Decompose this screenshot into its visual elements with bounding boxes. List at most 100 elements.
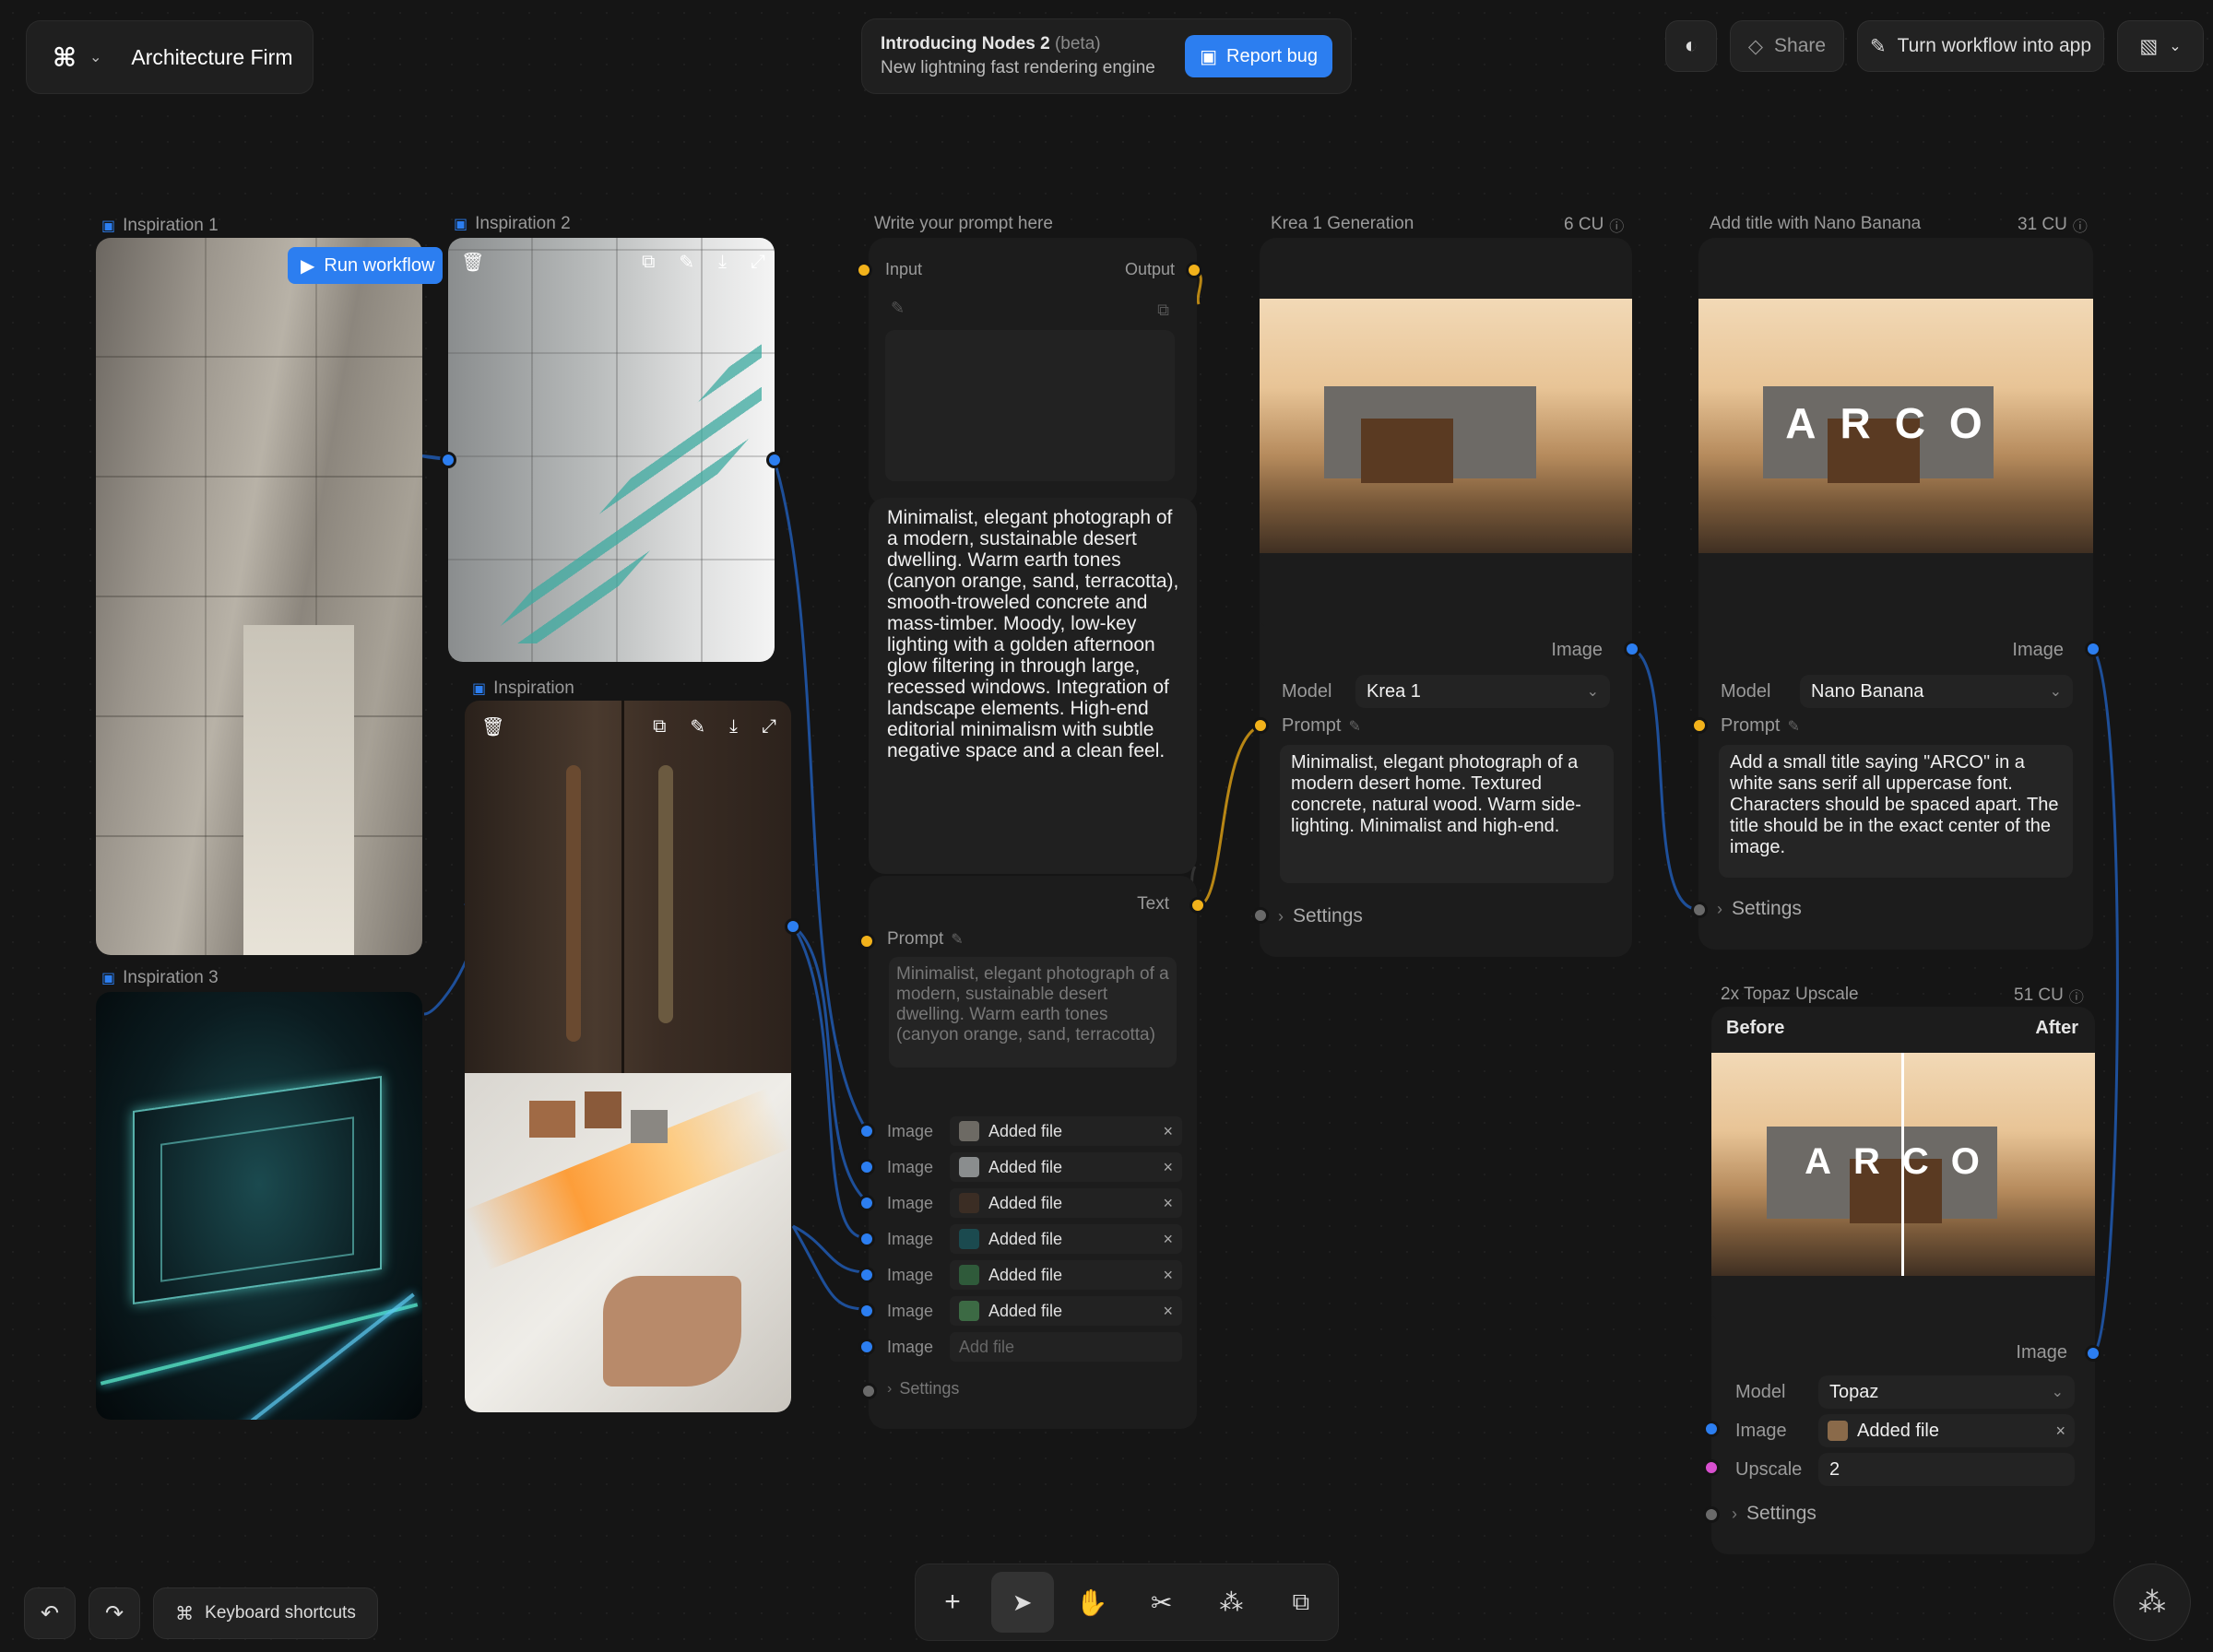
nano-prompt-input-port[interactable] (1691, 717, 1708, 734)
model-select[interactable]: Nano Banana ⌄ (1800, 675, 2073, 708)
copy-icon[interactable]: ⧉ (653, 716, 666, 738)
nano-output-image[interactable]: ARCO (1698, 299, 2093, 553)
expand-icon[interactable]: ⤢ (751, 252, 765, 273)
image-port-5[interactable] (858, 1267, 875, 1283)
download-icon[interactable]: ⤓ (718, 252, 727, 273)
nano-settings-port[interactable] (1691, 902, 1708, 918)
image-input-row-4[interactable]: Image Added file × (869, 1223, 1182, 1255)
inspiration-handles-image[interactable] (465, 701, 791, 1073)
image-port-3[interactable] (858, 1195, 875, 1211)
chevron-right-icon: › (1717, 899, 1722, 918)
group-tool[interactable]: ⁂ (1200, 1572, 1262, 1633)
close-icon[interactable]: × (1163, 1302, 1173, 1321)
settings-port[interactable] (860, 1383, 877, 1399)
image-port-4[interactable] (858, 1231, 875, 1247)
image-port-1[interactable] (858, 1123, 875, 1139)
close-icon[interactable]: × (2055, 1422, 2065, 1441)
pencil-icon[interactable]: ✎ (1348, 717, 1360, 736)
info-icon[interactable]: ⓘ (1609, 214, 1624, 236)
nano-cost-value: 31 CU (2018, 215, 2067, 234)
add-node-tool[interactable]: + (921, 1572, 984, 1633)
image-port-2[interactable] (858, 1159, 875, 1175)
close-icon[interactable]: × (1163, 1266, 1173, 1285)
image-input-label: Image (887, 1265, 934, 1284)
inspiration-2-output-port[interactable] (440, 452, 456, 468)
prompt-node-title: Write your prompt here (874, 214, 1053, 233)
nano-image-output-port[interactable] (2085, 641, 2101, 657)
inspiration-1-image[interactable] (96, 238, 422, 955)
trash-icon[interactable]: 🗑 (461, 251, 484, 274)
image-file-field[interactable]: Added file × (1818, 1414, 2075, 1447)
prompt-input-port[interactable] (858, 933, 875, 950)
cut-tool[interactable]: ✂ (1130, 1572, 1193, 1633)
image-input-row-3[interactable]: Image Added file × (869, 1187, 1182, 1219)
copy-icon[interactable]: ⧉ (1157, 301, 1169, 320)
pencil-icon[interactable]: ✎ (690, 715, 705, 738)
image-port-6[interactable] (858, 1303, 875, 1319)
turn-into-app-button[interactable]: ✎ Turn workflow into app (1857, 20, 2104, 72)
topaz-compare-image[interactable]: ARCO (1711, 1053, 2095, 1276)
inspiration-blueprint-image[interactable] (465, 1073, 791, 1412)
image-input-row-1[interactable]: Image Added file × (869, 1115, 1182, 1147)
krea-settings-port[interactable] (1252, 907, 1269, 924)
topaz-upscale-input-port[interactable] (1703, 1459, 1720, 1476)
undo-button[interactable]: ↶ (24, 1587, 76, 1639)
keyboard-shortcuts-button[interactable]: ⌘ Keyboard shortcuts (153, 1587, 378, 1639)
inspiration-2-image[interactable] (448, 238, 775, 662)
inspiration-3-image[interactable] (96, 992, 422, 1420)
expand-icon[interactable]: ⤢ (762, 716, 776, 738)
prompt-preview-field[interactable]: Minimalist, elegant photograph of a mode… (889, 957, 1177, 1068)
project-switcher[interactable]: ⌘ ⌄ Architecture Firm (26, 20, 314, 94)
image-port-7[interactable] (858, 1339, 875, 1355)
redo-button[interactable]: ↷ (89, 1587, 140, 1639)
report-bug-label: Report bug (1226, 45, 1318, 66)
select-tool[interactable]: ➤ (990, 1572, 1054, 1633)
krea-settings-toggle[interactable]: › Settings (1278, 905, 1363, 927)
topaz-settings-toggle[interactable]: › Settings (1732, 1503, 1817, 1525)
close-icon[interactable]: × (1163, 1194, 1173, 1213)
pencil-icon[interactable]: ✎ (891, 299, 905, 318)
report-bug-button[interactable]: ▣ Report bug (1185, 35, 1332, 77)
pencil-icon[interactable]: ✎ (679, 251, 694, 274)
image-input-row-5[interactable]: Image Added file × (869, 1259, 1182, 1291)
topaz-node: ARCO Before After Image Model Topaz ⌄ Im… (1711, 1007, 2095, 1554)
info-icon[interactable]: ⓘ (2069, 985, 2084, 1007)
image-input-row-2[interactable]: Image Added file × (869, 1151, 1182, 1183)
connect-tool[interactable]: ⧉ (1270, 1572, 1332, 1633)
inspiration-2-output-port-right[interactable] (766, 452, 783, 468)
input-port[interactable] (856, 262, 872, 278)
view-menu-button[interactable]: ▧ ⌄ (2117, 20, 2204, 72)
nano-settings-toggle[interactable]: › Settings (1717, 898, 1802, 920)
model-select[interactable]: Topaz ⌄ (1818, 1375, 2075, 1409)
run-workflow-button[interactable]: ▶ Run workflow (288, 247, 443, 284)
settings-toggle[interactable]: › Settings (887, 1379, 959, 1398)
krea-output-image[interactable] (1260, 299, 1632, 553)
topaz-image-input-port[interactable] (1703, 1421, 1720, 1437)
assistant-button[interactable]: ⁂ (2113, 1564, 2191, 1641)
close-icon[interactable]: × (1163, 1158, 1173, 1177)
nano-prompt-field[interactable]: Add a small title saying "ARCO" in a whi… (1719, 745, 2073, 878)
info-icon[interactable]: ⓘ (2073, 214, 2088, 236)
share-button[interactable]: ◇ Share (1730, 20, 1844, 72)
close-icon[interactable]: × (1163, 1230, 1173, 1249)
pencil-icon[interactable]: ✎ (1787, 717, 1799, 736)
topaz-settings-port[interactable] (1703, 1506, 1720, 1523)
image-input-row-empty[interactable]: Image Add file (869, 1331, 1182, 1363)
upscale-input[interactable]: 2 (1818, 1453, 2075, 1486)
text-output-port[interactable] (1189, 897, 1206, 914)
krea-prompt-input-port[interactable] (1252, 717, 1269, 734)
pan-tool[interactable]: ✋ (1060, 1572, 1123, 1633)
download-icon[interactable]: ⤓ (729, 716, 738, 738)
krea-image-output-port[interactable] (1624, 641, 1640, 657)
output-port[interactable] (1186, 262, 1202, 278)
theme-toggle-button[interactable]: ◐ (1665, 20, 1717, 72)
model-select[interactable]: Krea 1 ⌄ (1355, 675, 1610, 708)
topaz-image-output-port[interactable] (2085, 1345, 2101, 1362)
close-icon[interactable]: × (1163, 1122, 1173, 1141)
copy-icon[interactable]: ⧉ (642, 252, 655, 273)
image-input-row-6[interactable]: Image Added file × (869, 1295, 1182, 1327)
inspiration-output-port[interactable] (785, 918, 801, 935)
trash-icon[interactable]: 🗑 (481, 715, 504, 738)
krea-prompt-field[interactable]: Minimalist, elegant photograph of a mode… (1280, 745, 1614, 883)
pencil-icon[interactable]: ✎ (951, 930, 963, 949)
